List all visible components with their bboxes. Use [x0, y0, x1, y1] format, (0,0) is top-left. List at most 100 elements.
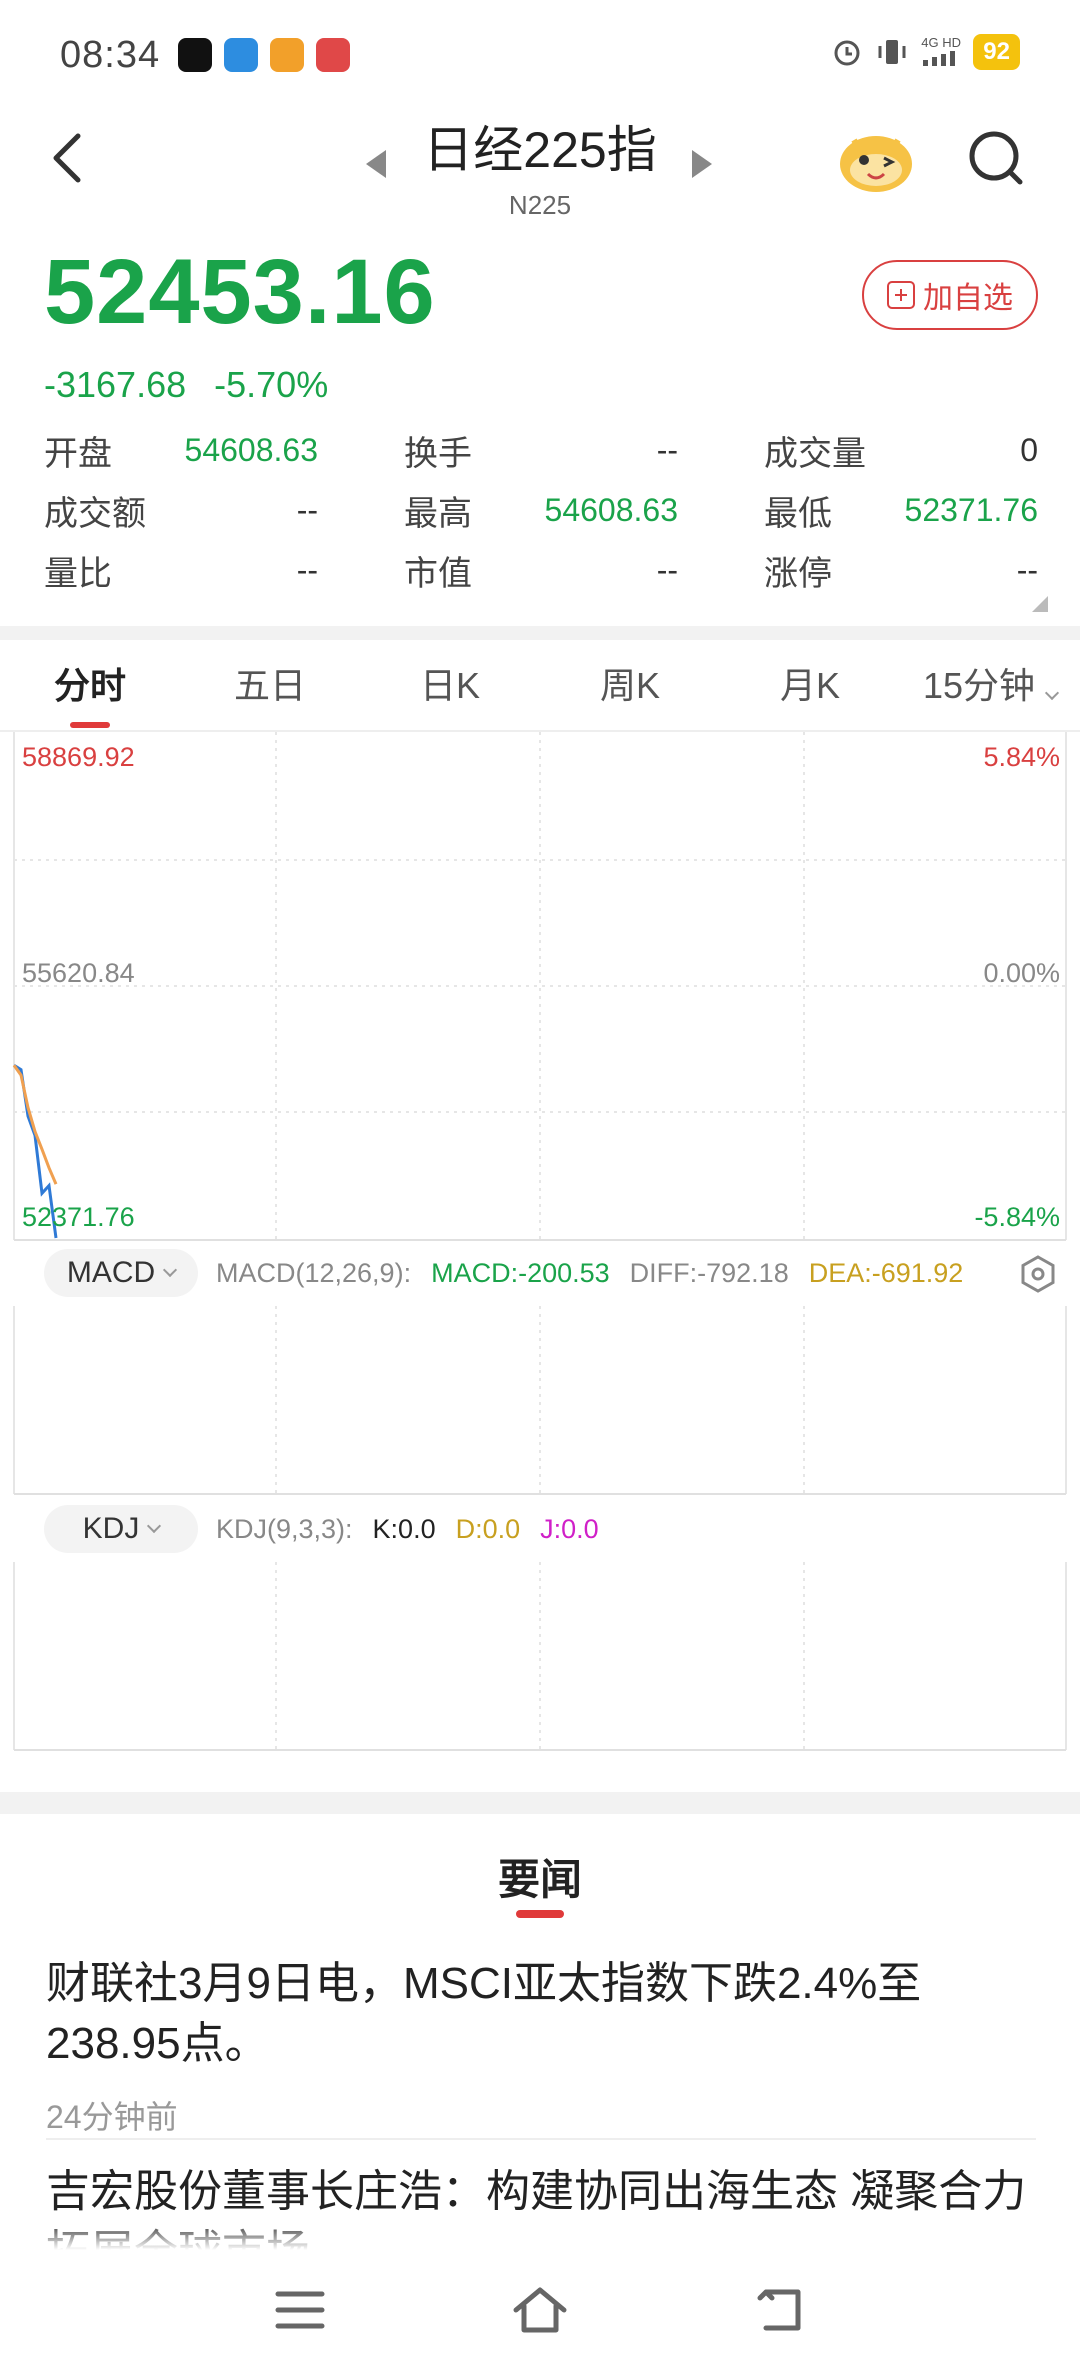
header: 日经225指 N225	[0, 100, 1080, 230]
status-app-icons	[178, 38, 350, 72]
next-stock-arrow-icon[interactable]	[692, 150, 712, 178]
price-series-line	[12, 1064, 58, 1185]
news-divider	[0, 1792, 1080, 1814]
stat-value: 54608.63	[544, 491, 678, 528]
network-indicator: 4G HD	[921, 36, 961, 68]
plus-box-icon	[887, 281, 915, 309]
tab-monthly-k[interactable]: 月K	[720, 650, 900, 730]
dea-value: DEA:-691.92	[808, 1257, 964, 1288]
tab-15min-label: 15分钟	[922, 665, 1036, 706]
y-axis-mid-left: 55620.84	[22, 958, 135, 988]
stats-row: 量比 -- 市值 -- 涨停 --	[44, 540, 1038, 600]
period-tabs: 分时 五日 日K 周K 月K 15分钟	[0, 650, 1080, 730]
tab-intraday[interactable]: 分时	[0, 650, 180, 730]
back-arrow-icon[interactable]	[44, 130, 88, 186]
k-value: K:0.0	[372, 1513, 436, 1544]
vibrate-icon	[878, 40, 906, 64]
diff-value: DIFF:-792.18	[629, 1257, 789, 1288]
stats-row: 开盘 54608.63 换手 -- 成交量 0	[44, 420, 1038, 480]
news-tab-indicator	[516, 1910, 564, 1918]
news-item-time: 24分钟前	[46, 2099, 178, 2135]
chevron-down-icon	[1044, 685, 1060, 701]
news-fade	[0, 2220, 1080, 2250]
stat-label: 量比	[44, 554, 112, 593]
stats-row: 成交额 -- 最高 54608.63 最低 52371.76	[44, 480, 1038, 540]
expand-corner-icon[interactable]	[1032, 596, 1048, 612]
stat-label: 开盘	[44, 434, 112, 473]
add-watchlist-label: 加自选	[923, 282, 1013, 315]
chart-area: 58869.92 5.84% 55620.84 0.00% 52371.76 -…	[0, 732, 1080, 1752]
stat-high: 最高 54608.63	[404, 486, 678, 535]
stat-amount: 成交额 --	[44, 486, 318, 535]
search-icon[interactable]	[966, 128, 1026, 188]
settings-hexagon-icon[interactable]	[1018, 1254, 1058, 1294]
macd-params: MACD(12,26,9):	[216, 1257, 412, 1288]
price-change: -3167.68 -5.70%	[44, 364, 328, 406]
current-price: 52453.16	[44, 241, 436, 343]
macd-selector[interactable]: MACD	[44, 1249, 198, 1297]
news-separator	[46, 2138, 1036, 2140]
y-axis-bottom-left: 52371.76	[22, 1202, 135, 1232]
title-block: 日经225指 N225	[360, 110, 720, 221]
system-nav-bar	[0, 2250, 1080, 2376]
news-section-title[interactable]: 要闻	[0, 1846, 1080, 1907]
stat-label: 涨停	[764, 554, 832, 593]
kdj-selector[interactable]: KDJ	[44, 1505, 198, 1553]
j-value: J:0.0	[540, 1513, 599, 1544]
stat-label: 成交额	[44, 494, 146, 533]
macd-value: MACD:-200.53	[431, 1257, 610, 1288]
back-nav-icon[interactable]	[752, 2282, 808, 2338]
ticker-code: N225	[508, 190, 572, 220]
kdj-indicator-bar: KDJ KDJ(9,3,3): K:0.0 D:0.0 J:0.0	[0, 1496, 1080, 1562]
macd-selector-label: MACD	[66, 1256, 156, 1289]
macd-indicator-bar: MACD MACD(12,26,9): MACD:-200.53 DIFF:-7…	[0, 1240, 1080, 1306]
home-icon[interactable]	[512, 2282, 568, 2338]
stats-grid: 开盘 54608.63 换手 -- 成交量 0 成交额 -- 最高 54608.63 最低…	[44, 420, 1038, 600]
stat-low: 最低 52371.76	[764, 486, 1038, 535]
alarm-icon	[834, 40, 860, 66]
stat-open: 开盘 54608.63	[44, 426, 318, 475]
y-axis-top-left: 58869.92	[22, 742, 135, 772]
news-item-headline[interactable]: 财联社3月9日电，MSCI亚太指数下跌2.4%至238.95点。	[46, 1954, 1036, 2074]
app-icon-game	[270, 38, 304, 72]
mascot-icon[interactable]	[836, 124, 916, 194]
app-icon-blue	[224, 38, 258, 72]
stat-value: --	[1016, 551, 1038, 588]
app-icon-red	[316, 38, 350, 72]
tab-weekly-k[interactable]: 周K	[540, 650, 720, 730]
stat-turnover-rate: 换手 --	[404, 426, 678, 475]
stat-value: 54608.63	[184, 431, 318, 468]
y-axis-mid-right: 0.00%	[983, 958, 1060, 988]
stat-label: 换手	[404, 434, 472, 473]
y-axis-top-right: 5.84%	[983, 742, 1060, 772]
battery-badge: 92	[973, 34, 1020, 70]
add-watchlist-button[interactable]: 加自选	[862, 260, 1038, 330]
chevron-down-icon	[163, 1262, 178, 1278]
stat-volume: 成交量 0	[764, 426, 1038, 475]
status-time: 08:34	[60, 34, 161, 76]
page-title: 日经225指	[423, 122, 657, 178]
stat-market-cap: 市值 --	[404, 546, 678, 595]
menu-icon[interactable]	[272, 2282, 328, 2338]
change-value: -3167.68	[44, 364, 187, 405]
stat-limit-up: 涨停 --	[764, 546, 1038, 595]
network-label: 4G HD	[921, 35, 962, 50]
stat-value: --	[296, 551, 318, 588]
tab-five-day[interactable]: 五日	[180, 650, 360, 730]
tab-daily-k[interactable]: 日K	[360, 650, 540, 730]
kdj-params: KDJ(9,3,3):	[216, 1513, 353, 1544]
tab-15min[interactable]: 15分钟	[900, 650, 1080, 730]
signal-icon	[923, 51, 956, 66]
y-axis-bottom-right: -5.84%	[974, 1202, 1060, 1232]
stat-volume-ratio: 量比 --	[44, 546, 318, 595]
stat-value: --	[656, 551, 678, 588]
stat-label: 最低	[764, 494, 832, 533]
section-divider	[0, 626, 1080, 640]
stat-value: 0	[1020, 431, 1038, 468]
tiktok-icon	[178, 38, 212, 72]
stat-label: 市值	[404, 554, 472, 593]
stat-label: 成交量	[764, 434, 866, 473]
stat-value: --	[656, 431, 678, 468]
stat-label: 最高	[404, 494, 472, 533]
change-percent: -5.70%	[214, 364, 329, 405]
